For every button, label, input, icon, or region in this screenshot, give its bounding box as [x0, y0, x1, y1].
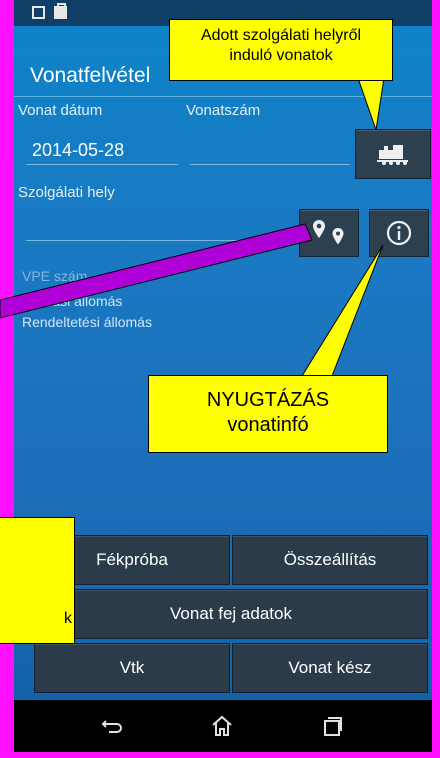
bottom-left-callout-text: k	[64, 610, 72, 627]
top-callout-line-2: induló vonatok	[229, 47, 333, 64]
top-callout: Adott szolgálati helyről induló vonatok	[169, 19, 393, 81]
bottom-left-callout: k	[0, 517, 75, 644]
top-callout-pointer	[357, 77, 385, 131]
middle-callout-line-1: NYUGTÁZÁS	[206, 389, 330, 411]
middle-callout-pointer	[301, 244, 384, 377]
top-callout-line-1: Adott szolgálati helyről	[200, 27, 362, 44]
middle-callout: NYUGTÁZÁS vonatinfó	[148, 375, 388, 453]
pink-arrow	[0, 223, 313, 319]
middle-callout-line-2: vonatinfó	[227, 414, 309, 436]
